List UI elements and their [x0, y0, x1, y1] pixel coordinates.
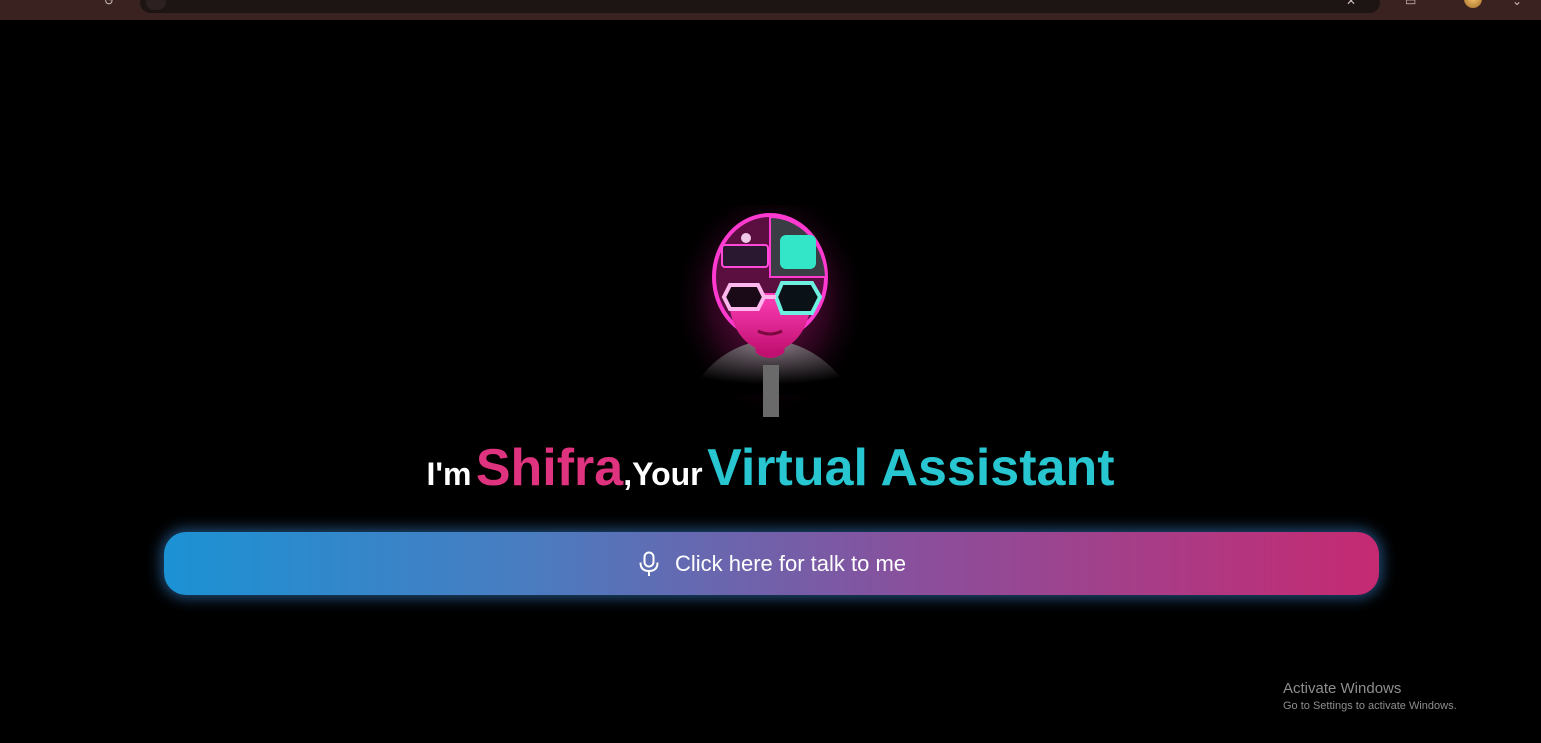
- intro-middle: ,Your: [623, 456, 703, 492]
- microphone-icon: [639, 551, 659, 576]
- close-icon[interactable]: ✕: [1346, 0, 1360, 8]
- talk-button-label: Click here for talk to me: [674, 550, 907, 576]
- assistant-role: Virtual Assistant: [707, 439, 1115, 497]
- profile-avatar-icon[interactable]: [1464, 0, 1482, 8]
- address-bar[interactable]: [140, 0, 1380, 13]
- assistant-headline: I'm Shifra,Your Virtual Assistant: [0, 438, 1541, 498]
- talk-to-me-button[interactable]: Click here for talk to me: [164, 532, 1379, 595]
- neon-robot-avatar-icon: [680, 205, 860, 417]
- watermark-subtitle: Go to Settings to activate Windows.: [1283, 700, 1457, 712]
- browser-toolbar: ↺ ✕ ▭ ⌄: [0, 0, 1541, 20]
- back-arrow-icon[interactable]: ↺: [104, 0, 118, 8]
- assistant-name: Shifra: [475, 439, 624, 497]
- watermark-title: Activate Windows: [1283, 680, 1402, 697]
- windows-activation-watermark: Activate Windows Go to Settings to activ…: [1283, 680, 1457, 712]
- extensions-icon[interactable]: ▭: [1405, 0, 1419, 8]
- site-info-icon[interactable]: [146, 0, 166, 10]
- intro-prefix: I'm: [426, 456, 472, 492]
- menu-icon[interactable]: ⌄: [1512, 0, 1526, 8]
- main-stage: I'm Shifra,Your Virtual Assistant Click …: [0, 20, 1541, 743]
